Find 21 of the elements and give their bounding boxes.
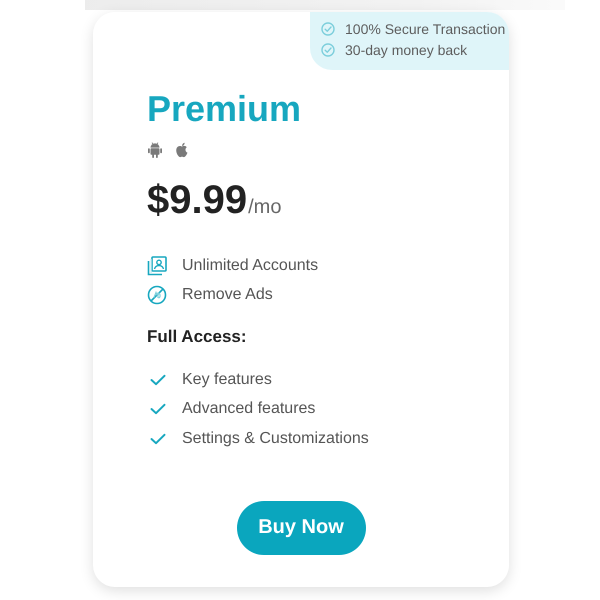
feature-label: Settings & Customizations	[182, 428, 369, 449]
check-icon	[150, 403, 166, 416]
guarantee-text: 30-day money back	[345, 42, 468, 58]
guarantee-text: 100% Secure Transaction	[345, 21, 506, 37]
buy-now-button[interactable]: Buy Now	[236, 500, 366, 554]
plan-title: Premium	[147, 89, 302, 129]
accounts-icon	[147, 256, 167, 276]
feature-label: Key features	[182, 370, 272, 390]
section-heading: Full Access:	[147, 326, 247, 348]
android-icon	[147, 142, 163, 158]
check-icon	[150, 374, 166, 386]
check-circle-icon	[321, 43, 335, 57]
feature-label: Advanced features	[182, 399, 316, 420]
price-period: /mo	[248, 195, 282, 219]
price-amount: $9.99	[147, 177, 248, 223]
no-ads-icon	[147, 284, 167, 304]
apple-icon	[174, 142, 190, 158]
feature-label: Unlimited Accounts	[182, 256, 318, 276]
check-circle-icon	[321, 22, 335, 36]
check-icon	[150, 432, 166, 445]
feature-label: Remove Ads	[182, 284, 273, 304]
